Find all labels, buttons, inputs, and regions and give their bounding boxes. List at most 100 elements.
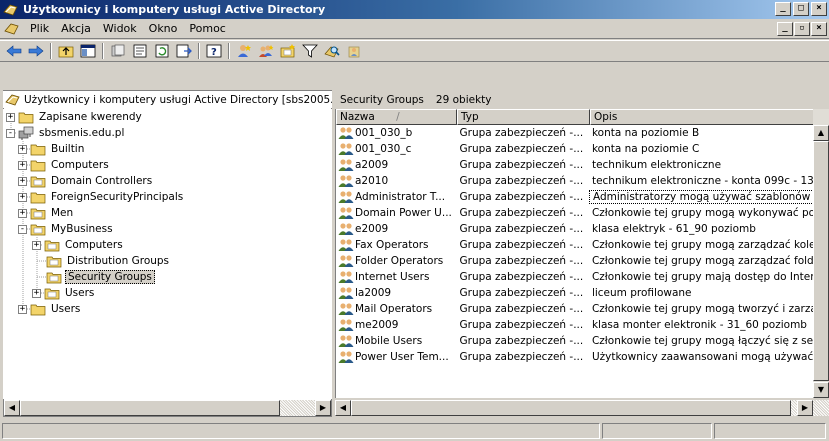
scroll-left-button[interactable]: ◀ bbox=[4, 400, 20, 416]
console-menu-icon[interactable] bbox=[4, 22, 20, 36]
list-row[interactable]: Domain Power U... Grupa zabezpieczeń -...… bbox=[336, 205, 820, 221]
window-titlebar[interactable]: Użytkownicy i komputery usługi Active Di… bbox=[0, 0, 829, 19]
menu-akcja[interactable]: Akcja bbox=[55, 22, 97, 35]
tree-item-computers[interactable]: + Computers bbox=[18, 157, 111, 173]
list-row[interactable]: la2009 Grupa zabezpieczeń -... liceum prof… bbox=[336, 285, 820, 301]
scroll-thumb[interactable] bbox=[813, 141, 829, 381]
mdi-minimize-button[interactable]: _ bbox=[777, 22, 793, 36]
list-row[interactable]: Administrator T... Grupa zabezpieczeń -..… bbox=[336, 189, 820, 205]
menu-plik[interactable]: Plik bbox=[24, 22, 55, 35]
list-horizontal-scrollbar[interactable]: ◀ ▶ bbox=[335, 400, 829, 416]
console-tree-root-label: Użytkownicy i komputery usługi Active Di… bbox=[24, 93, 332, 106]
tree-expander[interactable]: + bbox=[18, 160, 27, 170]
list-row[interactable]: 001_030_b Grupa zabezpieczeń -... konta na… bbox=[336, 125, 820, 141]
list-cell-type: Grupa zabezpieczeń -... bbox=[459, 303, 584, 315]
column-header-type[interactable]: Typ bbox=[457, 109, 590, 125]
tree-item-label: sbsmenis.edu.pl bbox=[39, 127, 125, 139]
column-header-desc[interactable]: Opis bbox=[590, 109, 829, 125]
tree-expander[interactable]: + bbox=[32, 288, 41, 298]
back-icon[interactable] bbox=[3, 41, 25, 61]
close-button[interactable]: × bbox=[811, 2, 827, 16]
tree-item-security-groups[interactable]: Security Groups bbox=[46, 269, 155, 285]
menu-pomoc[interactable]: Pomoc bbox=[183, 22, 231, 35]
add-to-group-icon[interactable] bbox=[343, 41, 365, 61]
list-cell-type: Grupa zabezpieczeń -... bbox=[459, 287, 584, 299]
minimize-button[interactable]: _ bbox=[775, 2, 791, 16]
console-tree-root[interactable]: Użytkownicy i komputery usługi Active Di… bbox=[3, 91, 332, 108]
tree-expander[interactable]: + bbox=[6, 112, 15, 122]
scroll-right-button[interactable]: ▶ bbox=[797, 400, 813, 416]
tree-item-domain-controllers[interactable]: + Domain Controllers bbox=[18, 173, 154, 189]
tree-item-distribution-groups[interactable]: Distribution Groups bbox=[46, 253, 171, 269]
tree-item-men[interactable]: + Men bbox=[18, 205, 75, 221]
tree-item-builtin[interactable]: + Builtin bbox=[18, 141, 86, 157]
list-row[interactable]: Mail Operators Grupa zabezpieczeń -... Czł… bbox=[336, 301, 820, 317]
tree-item-mybusiness[interactable]: - MyBusiness bbox=[18, 221, 115, 237]
tree-item-mybusiness-users[interactable]: + Users bbox=[32, 285, 96, 301]
scroll-thumb[interactable] bbox=[20, 400, 280, 416]
list-row[interactable]: Folder Operators Grupa zabezpieczeń -... C… bbox=[336, 253, 820, 269]
tree-item-domain[interactable]: - sbsmenis.edu.pl bbox=[6, 125, 126, 141]
new-ou-icon[interactable] bbox=[277, 41, 299, 61]
tree-item-label: Computers bbox=[51, 159, 109, 171]
tree-item-saved-queries[interactable]: + Zapisane kwerendy bbox=[6, 109, 144, 125]
refresh-icon[interactable] bbox=[151, 41, 173, 61]
column-header-name[interactable]: Nazwa / bbox=[336, 109, 457, 125]
scroll-left-button[interactable]: ◀ bbox=[335, 400, 351, 416]
show-hide-console-tree-icon[interactable] bbox=[77, 41, 99, 61]
scroll-up-button[interactable]: ▲ bbox=[813, 125, 829, 141]
filter-icon[interactable] bbox=[299, 41, 321, 61]
forward-icon[interactable] bbox=[25, 41, 47, 61]
list-row[interactable]: me2009 Grupa zabezpieczeń -... klasa monte… bbox=[336, 317, 820, 333]
list-cell-type: Grupa zabezpieczeń -... bbox=[459, 175, 584, 187]
list-row[interactable]: e2009 Grupa zabezpieczeń -... klasa elektr… bbox=[336, 221, 820, 237]
toolbar: ? bbox=[0, 40, 829, 62]
list-row[interactable]: a2010 Grupa zabezpieczeń -... technikum el… bbox=[336, 173, 820, 189]
properties-icon[interactable] bbox=[129, 41, 151, 61]
organizational-unit-icon bbox=[30, 176, 46, 188]
find-icon[interactable] bbox=[321, 41, 343, 61]
list-cell-type: Grupa zabezpieczeń -... bbox=[459, 319, 584, 331]
scroll-thumb[interactable] bbox=[351, 400, 791, 416]
list-vertical-scrollbar[interactable]: ▲ ▼ bbox=[813, 109, 829, 398]
status-cell-tertiary bbox=[714, 423, 826, 439]
help-icon[interactable]: ? bbox=[203, 41, 225, 61]
tree-item-users[interactable]: + Users bbox=[18, 301, 82, 317]
tree-expander[interactable]: + bbox=[32, 240, 41, 250]
tree-item-label: Zapisane kwerendy bbox=[39, 111, 142, 123]
mdi-restore-button[interactable]: ▫ bbox=[794, 22, 810, 36]
up-folder-icon[interactable] bbox=[55, 41, 77, 61]
mdi-close-button[interactable]: × bbox=[811, 22, 827, 36]
menu-okno[interactable]: Okno bbox=[143, 22, 184, 35]
tree-item-mybusiness-computers[interactable]: + Computers bbox=[32, 237, 125, 253]
maximize-button[interactable]: □ bbox=[793, 2, 809, 16]
scroll-down-button[interactable]: ▼ bbox=[813, 382, 829, 398]
tree-expander[interactable]: - bbox=[6, 128, 15, 138]
list-cell-name: Fax Operators bbox=[336, 238, 457, 252]
tree-expander[interactable]: + bbox=[18, 304, 27, 314]
new-group-icon[interactable] bbox=[255, 41, 277, 61]
tree-item-label: Users bbox=[51, 303, 81, 315]
list-row[interactable]: Fax Operators Grupa zabezpieczeń -... Czło… bbox=[336, 237, 820, 253]
list-row[interactable]: Internet Users Grupa zabezpieczeń -... Czł… bbox=[336, 269, 820, 285]
list-row[interactable]: 001_030_c Grupa zabezpieczeń -... konta na… bbox=[336, 141, 820, 157]
tree-expander[interactable]: - bbox=[18, 224, 27, 234]
list-row[interactable]: a2009 Grupa zabezpieczeń -... technikum el… bbox=[336, 157, 820, 173]
tree-item-label: Distribution Groups bbox=[67, 255, 170, 267]
tree-expander[interactable]: + bbox=[18, 208, 27, 218]
tree-expander[interactable]: + bbox=[18, 176, 27, 186]
export-list-icon[interactable] bbox=[173, 41, 195, 61]
tree-item-foreign-security-principals[interactable]: + ForeignSecurityPrincipals bbox=[18, 189, 185, 205]
menu-widok[interactable]: Widok bbox=[97, 22, 143, 35]
tree-expander[interactable]: + bbox=[18, 192, 27, 202]
security-group-icon bbox=[338, 207, 354, 219]
list-row[interactable]: Power User Tem... Grupa zabezpieczeń -...… bbox=[336, 349, 820, 365]
tree-horizontal-scrollbar[interactable]: ◀ ▶ bbox=[4, 400, 331, 416]
delete-icon[interactable] bbox=[107, 41, 129, 61]
scroll-right-button[interactable]: ▶ bbox=[315, 400, 331, 416]
tree-expander[interactable]: + bbox=[18, 144, 27, 154]
group-name: Domain Power U... bbox=[355, 207, 452, 219]
toolbar-separator bbox=[50, 43, 52, 59]
list-row[interactable]: Mobile Users Grupa zabezpieczeń -... Człon… bbox=[336, 333, 820, 349]
new-user-icon[interactable] bbox=[233, 41, 255, 61]
